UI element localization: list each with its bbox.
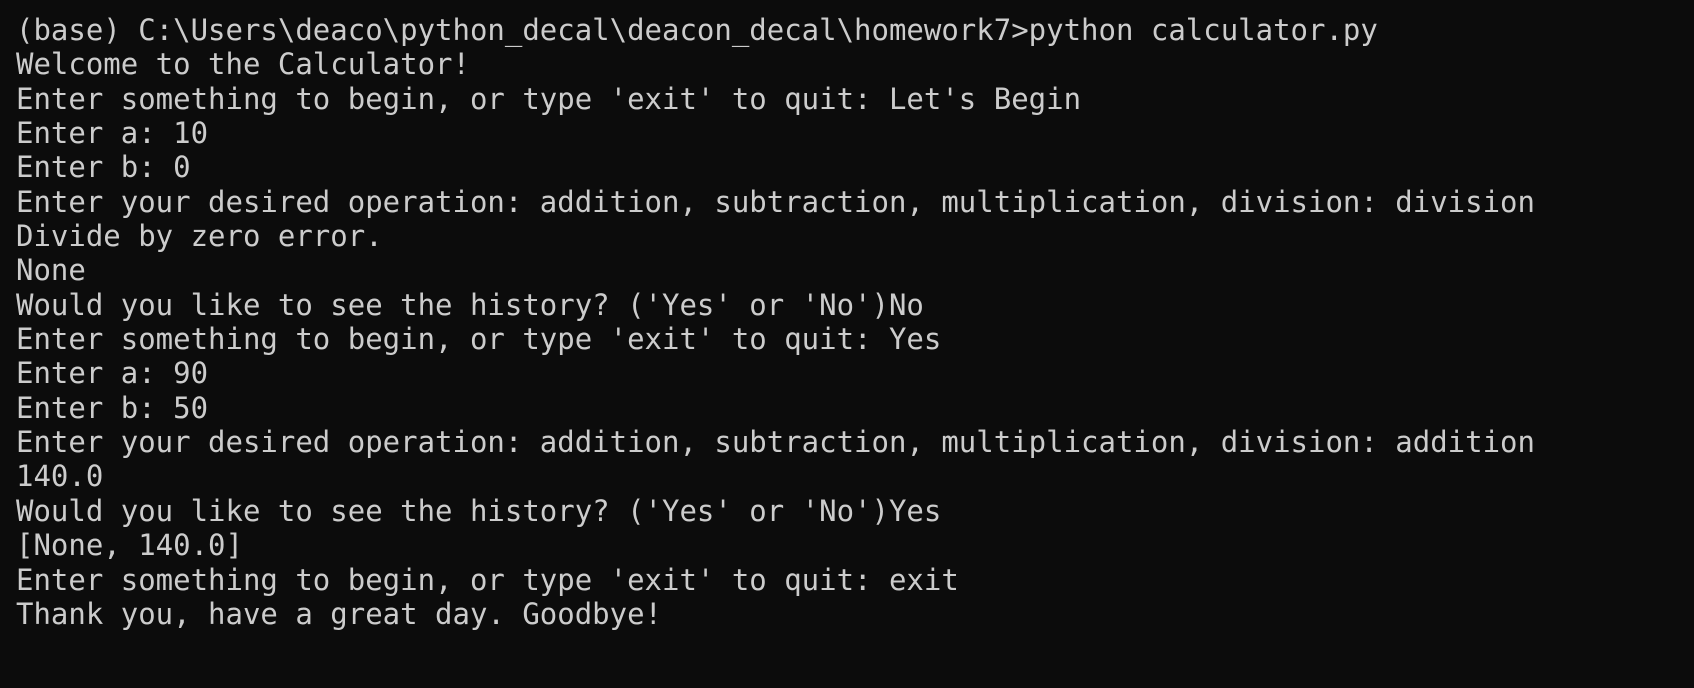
terminal-output[interactable]: (base) C:\Users\deaco\python_decal\deaco… <box>16 13 1694 631</box>
output-line: [None, 140.0] <box>16 528 243 563</box>
output-line: Enter your desired operation: addition, … <box>16 184 1535 219</box>
output-line: Enter b: 50 <box>16 390 209 425</box>
output-line: Enter your desired operation: addition, … <box>16 425 1535 460</box>
output-line: Would you like to see the history? ('Yes… <box>16 493 942 528</box>
output-line: Enter something to begin, or type 'exit'… <box>16 81 1082 116</box>
command-prompt-line: (base) C:\Users\deaco\python_decal\deaco… <box>16 13 1378 47</box>
output-line: Thank you, have a great day. Goodbye! <box>16 596 663 631</box>
output-line: None <box>16 253 86 288</box>
output-line: Enter a: 90 <box>16 356 209 391</box>
output-line: Welcome to the Calculator! <box>16 47 470 82</box>
output-line: Would you like to see the history? ('Yes… <box>16 287 924 322</box>
output-line: Enter something to begin, or type 'exit'… <box>16 322 942 357</box>
output-line: Enter something to begin, or type 'exit'… <box>16 562 959 597</box>
output-line: Divide by zero error. <box>16 219 383 254</box>
output-line: 140.0 <box>16 459 104 494</box>
output-line: Enter a: 10 <box>16 116 209 151</box>
output-line: Enter b: 0 <box>16 150 191 185</box>
